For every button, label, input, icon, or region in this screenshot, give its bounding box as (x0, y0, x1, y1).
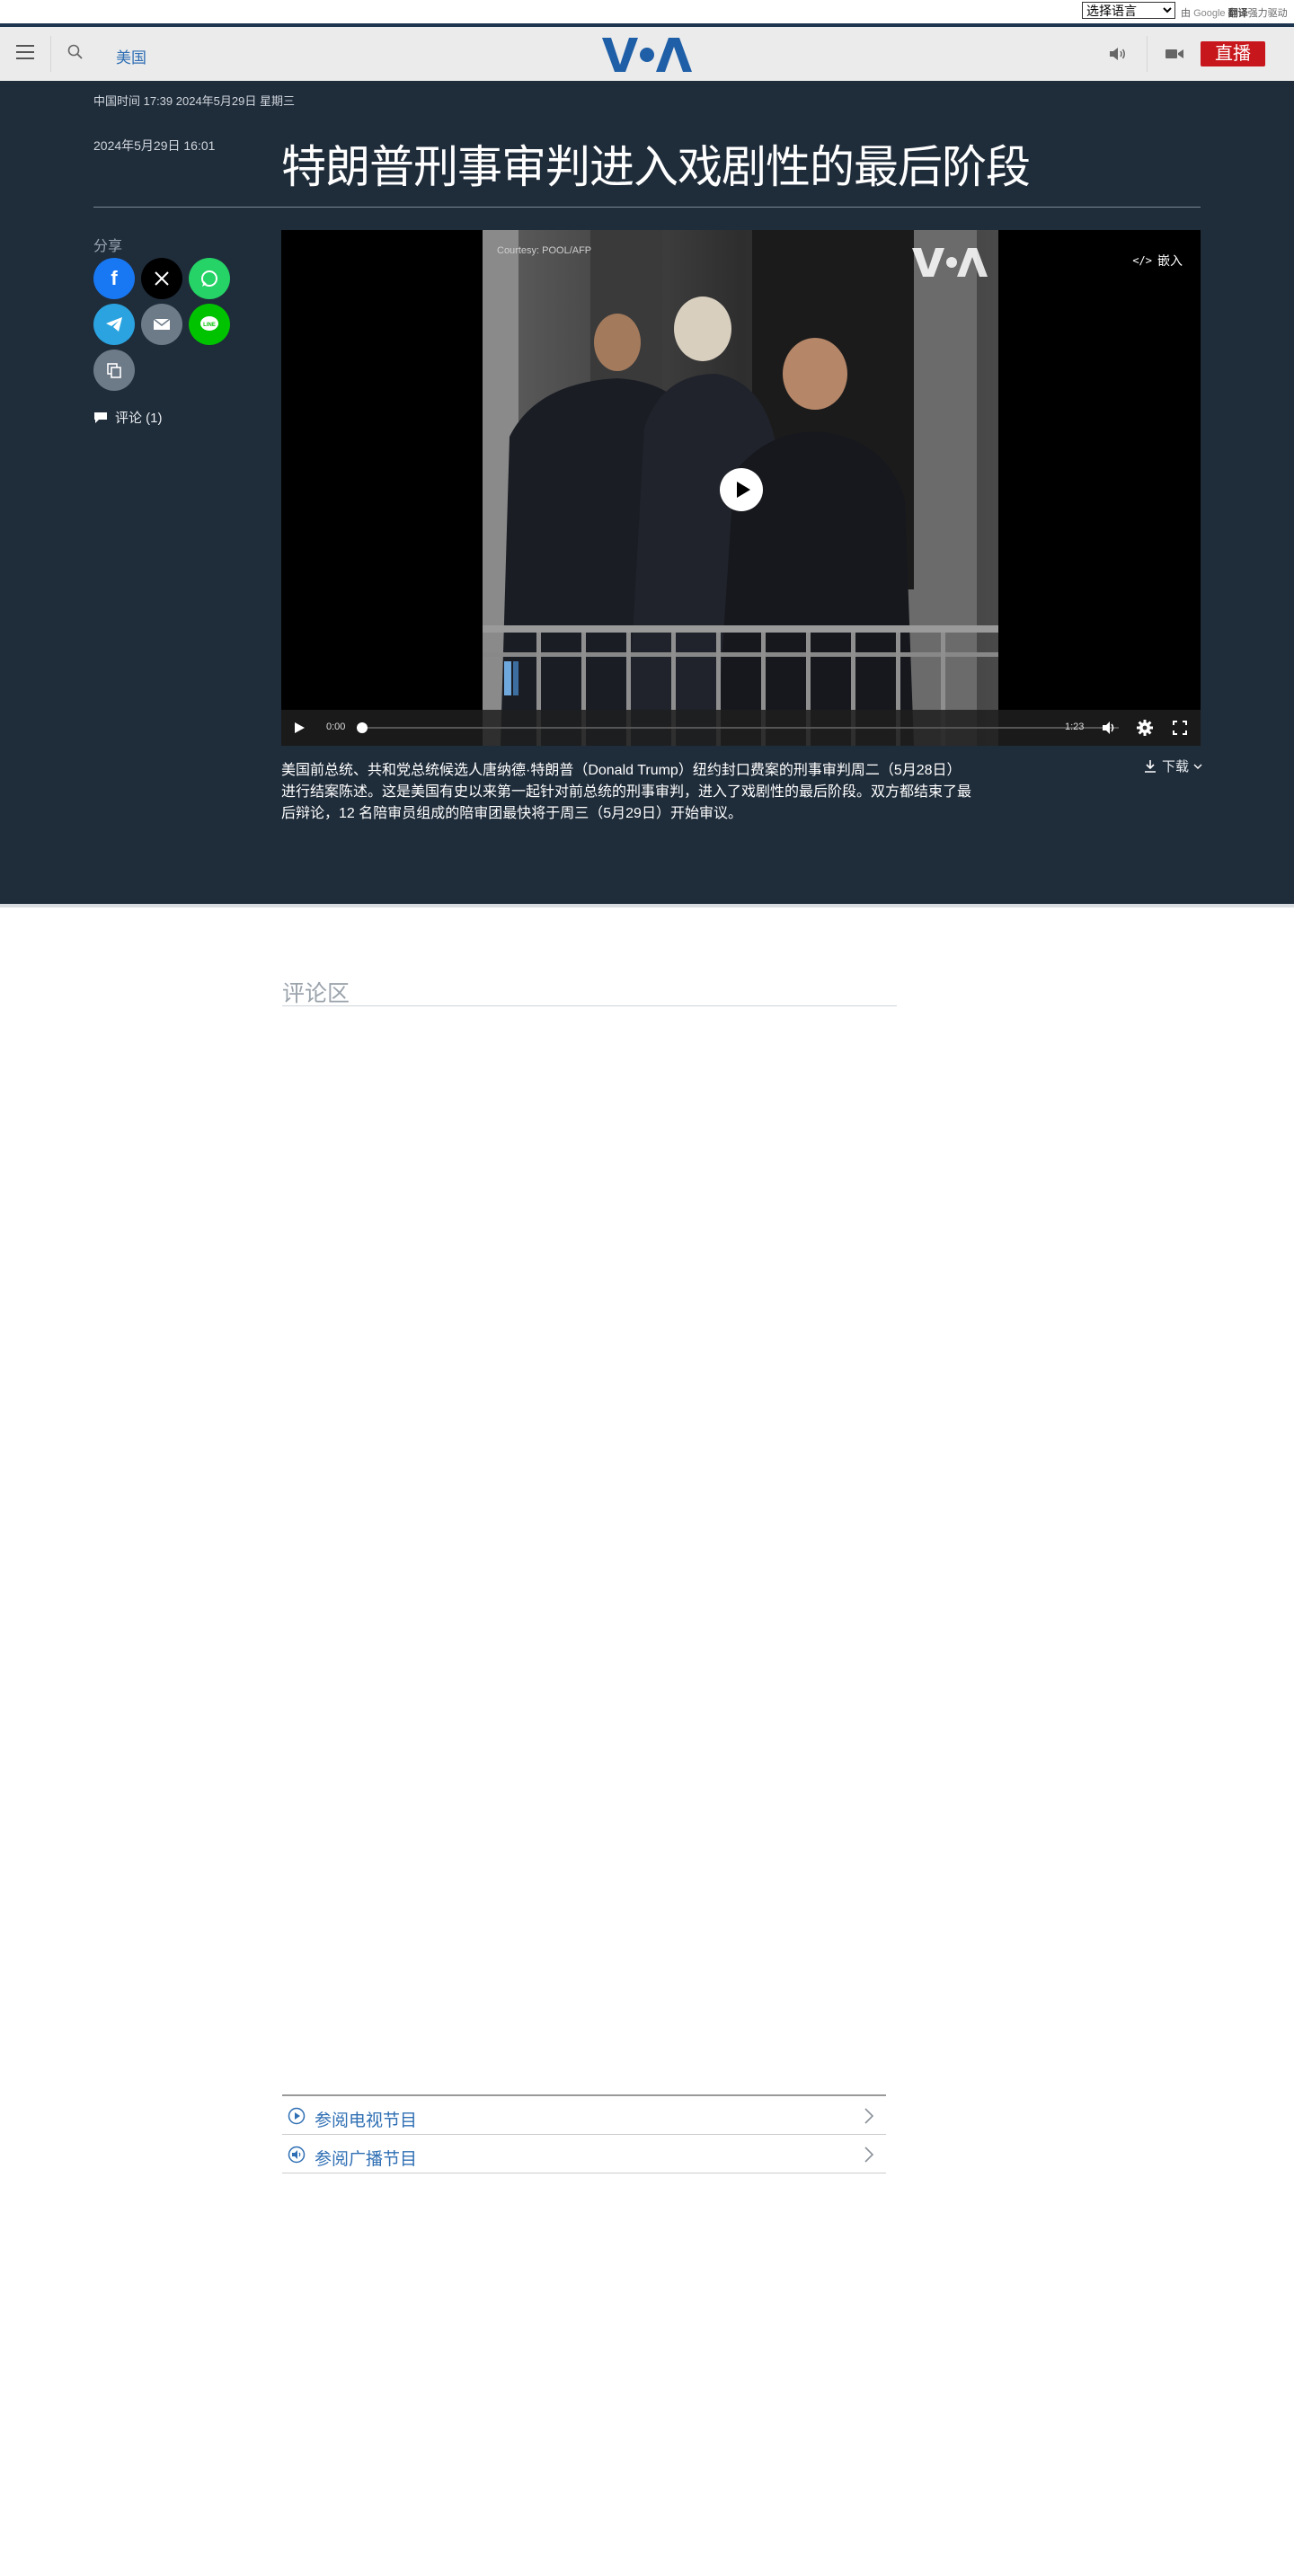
chevron-right-icon (864, 2108, 874, 2124)
play-button[interactable] (720, 468, 763, 511)
live-button[interactable]: 直播 (1201, 41, 1265, 66)
download-icon (1145, 759, 1156, 773)
x-share-button[interactable] (141, 258, 182, 299)
download-button[interactable]: 下载 (1143, 757, 1202, 775)
language-select[interactable]: 选择语言 (1082, 2, 1175, 19)
radio-programs-link[interactable]: 参阅广播节目 (282, 2134, 886, 2173)
hero-bottom-border (0, 904, 1294, 907)
volume-icon[interactable] (1101, 720, 1117, 736)
site-header: 美国 直播 (0, 27, 1294, 81)
download-label: 下载 (1162, 759, 1190, 775)
whatsapp-icon (201, 270, 217, 287)
menu-icon[interactable] (16, 45, 34, 59)
facebook-icon: f (111, 267, 118, 289)
timezone-line: 中国时间 17:39 2024年5月29日 星期三 (93, 94, 295, 108)
code-icon: </> (1132, 254, 1152, 267)
video-icon[interactable] (1165, 45, 1184, 63)
comments-link[interactable]: 评论 (1) (93, 408, 163, 427)
video-caption: 美国前总统、共和党总统候选人唐纳德·特朗普（Donald Trump）纽约封口费… (281, 763, 972, 821)
tv-programs-label: 参阅电视节目 (315, 2111, 418, 2130)
audio-circle-icon (288, 2146, 306, 2164)
seek-bar[interactable] (360, 727, 1119, 729)
radio-programs-label: 参阅广播节目 (315, 2150, 418, 2169)
embed-label: 嵌入 (1157, 253, 1183, 268)
copy-icon (107, 363, 121, 378)
tv-programs-link[interactable]: 参阅电视节目 (282, 2094, 886, 2134)
section-link-us[interactable]: 美国 (116, 45, 146, 67)
whatsapp-share-button[interactable] (189, 258, 230, 299)
email-icon (153, 318, 171, 330)
publish-date: 2024年5月29日 16:01 (93, 138, 216, 153)
seek-handle[interactable] (357, 722, 368, 733)
copy-link-button[interactable] (93, 350, 135, 391)
page-title: 特朗普刑事审判进入戏剧性的最后阶段 (281, 141, 1031, 193)
x-icon (155, 271, 169, 286)
search-icon[interactable] (66, 43, 84, 61)
fullscreen-icon[interactable] (1173, 721, 1187, 735)
control-play-icon[interactable] (292, 721, 306, 735)
line-icon: LINE (200, 316, 218, 331)
video-player[interactable]: Courtesy: POOL/AFP </> 嵌入 0:00 1:23 (281, 230, 1201, 746)
comment-icon (94, 412, 107, 423)
settings-icon[interactable] (1137, 720, 1153, 736)
title-divider (93, 207, 1201, 208)
translate-bar: 选择语言 由 Google 翻译强力驱动 (0, 0, 1294, 23)
line-share-button[interactable]: LINE (189, 304, 230, 345)
chevron-down-icon (1193, 764, 1202, 769)
duration: 1:23 (1065, 721, 1085, 732)
article-hero: 中国时间 17:39 2024年5月29日 星期三 2024年5月29日 16:… (0, 81, 1294, 904)
svg-text:LINE: LINE (203, 323, 216, 328)
play-circle-icon (288, 2107, 306, 2125)
program-links: 参阅电视节目 参阅广播节目 (282, 2094, 886, 2173)
current-time: 0:00 (326, 721, 346, 732)
chevron-right-icon (864, 2147, 874, 2163)
comments-divider (282, 1005, 897, 1006)
comments-link-label: 评论 (1) (115, 411, 163, 426)
facebook-share-button[interactable]: f (93, 258, 135, 299)
player-controls: 0:00 1:23 (281, 710, 1201, 746)
play-icon (737, 482, 750, 498)
embed-button[interactable]: </> 嵌入 (1132, 252, 1183, 270)
telegram-icon (106, 317, 122, 332)
voa-logo[interactable] (600, 34, 694, 74)
video-credit: Courtesy: POOL/AFP (497, 245, 591, 256)
share-label: 分享 (93, 239, 123, 254)
comments-title: 评论区 (282, 981, 350, 1006)
email-share-button[interactable] (141, 304, 182, 345)
powered-by-google: 由 Google 翻译强力驱动 (1181, 8, 1288, 19)
audio-icon[interactable] (1107, 43, 1129, 65)
telegram-share-button[interactable] (93, 304, 135, 345)
